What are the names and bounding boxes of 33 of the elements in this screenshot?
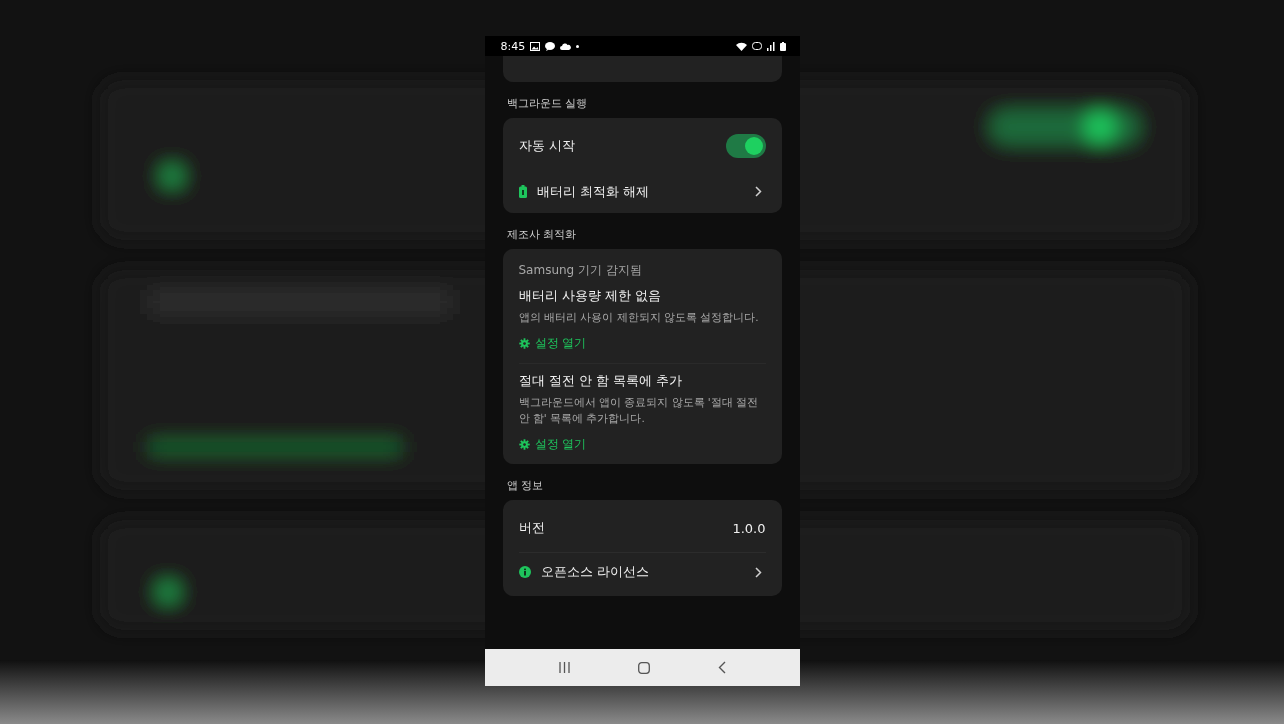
battery-icon xyxy=(518,185,527,198)
section-title: 앱 정보 xyxy=(506,478,544,493)
image-icon xyxy=(530,41,541,51)
section-title: 제조사 최적화 xyxy=(506,227,577,242)
settings-row[interactable]: 오픈소스 라이선스 xyxy=(518,552,766,596)
gear-icon xyxy=(518,439,530,450)
open-settings-link[interactable]: 설정 열기 xyxy=(518,335,587,352)
home-icon[interactable] xyxy=(637,661,650,674)
info-icon xyxy=(518,566,531,578)
clock: 8:45 xyxy=(500,39,526,53)
chevron-right-icon xyxy=(754,186,762,197)
step-description: 앱의 배터리 사용이 제한되지 않도록 설정합니다. xyxy=(518,310,760,325)
back-icon[interactable] xyxy=(717,661,726,674)
step-title: 배터리 사용량 제한 없음 xyxy=(518,287,662,305)
step-title: 절대 절전 안 함 목록에 추가 xyxy=(518,372,684,390)
gear-icon xyxy=(518,338,530,349)
version-value: 1.0.0 xyxy=(732,520,766,536)
open-settings-link[interactable]: 설정 열기 xyxy=(518,436,587,453)
setting-label: 버전 xyxy=(518,519,546,537)
setting-label: 자동 시작 xyxy=(518,137,576,155)
toggle-switch[interactable] xyxy=(725,134,766,158)
detected-note: Samsung 기기 감지됨 xyxy=(518,262,643,279)
settings-row[interactable]: 배터리 최적화 해제 xyxy=(518,170,766,213)
section-title: 백그라운드 실행 xyxy=(506,96,588,111)
chat-icon xyxy=(545,41,556,51)
cloud-icon xyxy=(560,42,572,50)
dot-icon xyxy=(576,44,580,48)
wifi-icon xyxy=(735,41,747,51)
recent-apps-icon[interactable] xyxy=(558,662,570,673)
step-description: 백그라운드에서 앱이 종료되지 않도록 '절대 절전 안 함' 목록에 추가합니다. xyxy=(518,395,760,426)
signal-icon xyxy=(766,41,775,51)
chevron-right-icon xyxy=(754,566,762,578)
battery-icon xyxy=(779,41,786,51)
